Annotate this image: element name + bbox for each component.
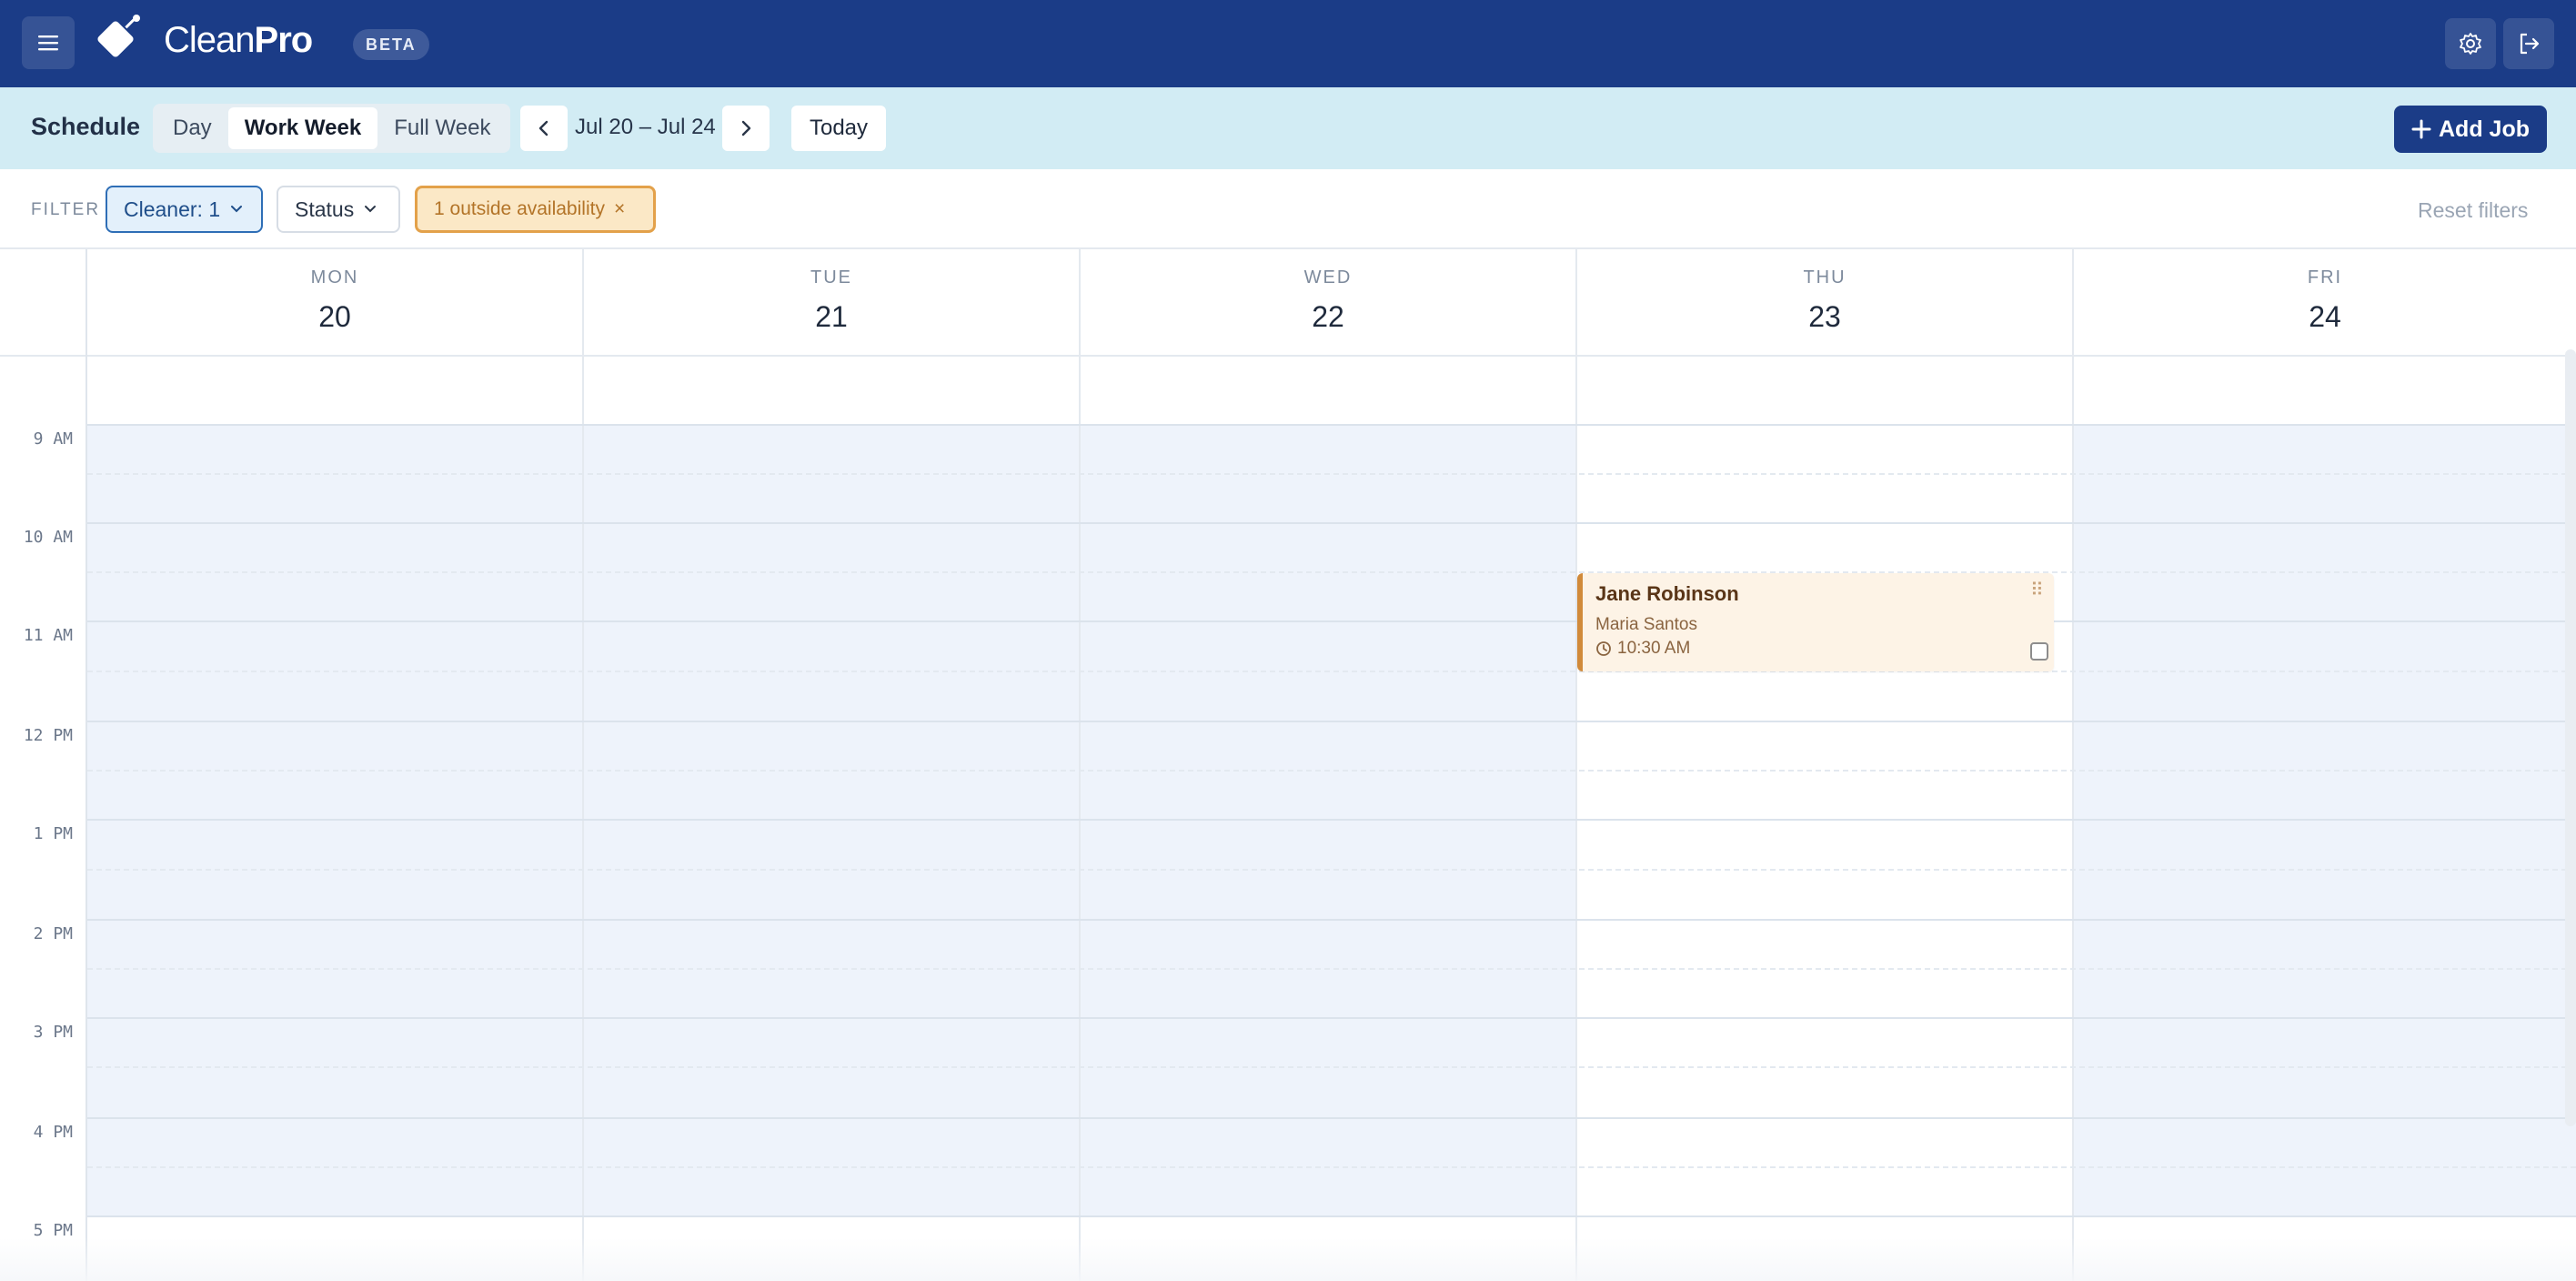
day-name: THU: [1803, 267, 1846, 287]
scrollbar[interactable]: [2565, 349, 2576, 1126]
view-full-week-button[interactable]: Full Week: [377, 107, 507, 149]
chevron-left-icon: [538, 120, 548, 136]
time-label: 1 PM: [33, 824, 73, 843]
calendar-grid: 9 AM 10 AM 11 AM 12 PM 1 PM 2 PM 3 PM 4 …: [0, 357, 2576, 1281]
hour-line: [87, 1017, 2576, 1019]
gear-icon: [2460, 33, 2481, 55]
time-gutter-header: [0, 249, 87, 357]
event-time: 10:30 AM: [1595, 639, 1690, 659]
event-time-label: 10:30 AM: [1617, 639, 1691, 658]
status-filter-label: Status: [295, 197, 355, 221]
cleaner-filter-dropdown[interactable]: Cleaner: 1: [106, 186, 263, 233]
add-job-button[interactable]: Add Job: [2394, 106, 2547, 153]
day-number: 20: [318, 300, 351, 333]
hamburger-icon: [38, 35, 58, 51]
half-hour-line: [87, 869, 2576, 871]
half-hour-line: [87, 1166, 2576, 1168]
chevron-down-icon: [231, 206, 243, 213]
today-button[interactable]: Today: [791, 106, 886, 151]
close-icon[interactable]: ×: [614, 198, 625, 220]
calendar-header: MON 20 TUE 21 WED 22 THU 23 FRI 24: [0, 249, 2576, 357]
cleaner-filter-label: Cleaner: 1: [124, 197, 221, 221]
day-number: 21: [815, 300, 848, 333]
time-label: 10 AM: [23, 528, 73, 547]
logout-button[interactable]: [2503, 18, 2554, 69]
day-name: MON: [310, 267, 359, 287]
plus-icon: [2411, 119, 2431, 139]
page-title: Schedule: [31, 113, 141, 140]
clock-icon: [1596, 641, 1611, 656]
day-name: WED: [1303, 267, 1353, 287]
add-job-label: Add Job: [2439, 116, 2530, 142]
hour-line: [87, 1117, 2576, 1119]
view-switcher: Day Work Week Full Week: [153, 104, 511, 153]
day-number: 23: [1808, 300, 1841, 333]
schedule-toolbar: Schedule Day Work Week Full Week Jul 20 …: [0, 87, 2576, 169]
half-hour-line: [87, 770, 2576, 772]
hour-line: [87, 424, 2576, 426]
hour-line: [87, 1215, 2576, 1217]
job-event-card[interactable]: Jane Robinson ⠿ Maria Santos 10:30 AM: [1577, 573, 2054, 671]
hour-line: [87, 721, 2576, 722]
time-label: 11 AM: [23, 626, 73, 645]
half-hour-line: [87, 968, 2576, 970]
next-week-button[interactable]: [722, 106, 770, 151]
previous-week-button[interactable]: [520, 106, 568, 151]
day-header-fri[interactable]: FRI 24: [2074, 249, 2576, 357]
time-label: 4 PM: [33, 1123, 73, 1142]
settings-button[interactable]: [2445, 18, 2496, 69]
menu-button[interactable]: [22, 16, 75, 69]
day-number: 22: [1312, 300, 1344, 333]
filter-label: FILTER: [31, 200, 101, 219]
hour-line: [87, 819, 2576, 821]
hour-line: [87, 919, 2576, 921]
day-header-wed[interactable]: WED 22: [1081, 249, 1577, 357]
filter-bar: FILTER Cleaner: 1 Status 1 outside avail…: [0, 169, 2576, 249]
time-label: 2 PM: [33, 924, 73, 943]
status-filter-dropdown[interactable]: Status: [277, 186, 400, 233]
half-hour-line: [87, 571, 2576, 573]
view-work-week-button[interactable]: Work Week: [227, 107, 378, 149]
event-cleaner-name: Maria Santos: [1595, 615, 1697, 634]
bottom-fade: [0, 1237, 2576, 1281]
logo-icon: [97, 15, 140, 57]
day-name: FRI: [2307, 267, 2343, 287]
time-label: 9 AM: [33, 429, 73, 449]
hour-line: [87, 620, 2576, 622]
day-header-thu[interactable]: THU 23: [1577, 249, 2074, 357]
reset-filters-link[interactable]: Reset filters: [2418, 198, 2528, 223]
brand-name: CleanPro: [164, 20, 313, 60]
view-day-button[interactable]: Day: [156, 107, 228, 149]
outside-availability-chip[interactable]: 1 outside availability ×: [415, 186, 656, 233]
time-gutter: 9 AM 10 AM 11 AM 12 PM 1 PM 2 PM 3 PM 4 …: [0, 357, 87, 1281]
event-complete-checkbox[interactable]: [2030, 642, 2048, 661]
half-hour-line: [87, 473, 2576, 475]
top-bar: CleanPro BETA: [0, 0, 2576, 87]
time-label: 3 PM: [33, 1023, 73, 1042]
outside-availability-label: 1 outside availability: [434, 198, 605, 219]
date-range: Jul 20 – Jul 24: [575, 115, 716, 139]
day-header-tue[interactable]: TUE 21: [584, 249, 1081, 357]
drag-handle-icon[interactable]: ⠿: [2030, 579, 2044, 601]
half-hour-line: [87, 671, 2576, 672]
hour-line: [87, 522, 2576, 524]
day-number: 24: [2309, 300, 2341, 333]
chevron-down-icon: [365, 206, 377, 213]
beta-badge: BETA: [353, 29, 429, 60]
half-hour-line: [87, 1066, 2576, 1068]
time-label: 12 PM: [23, 726, 73, 745]
chevron-right-icon: [741, 120, 751, 136]
day-header-mon[interactable]: MON 20: [87, 249, 584, 357]
logout-icon: [2520, 33, 2540, 55]
day-name: TUE: [810, 267, 852, 287]
event-client-name: Jane Robinson: [1595, 582, 1739, 605]
